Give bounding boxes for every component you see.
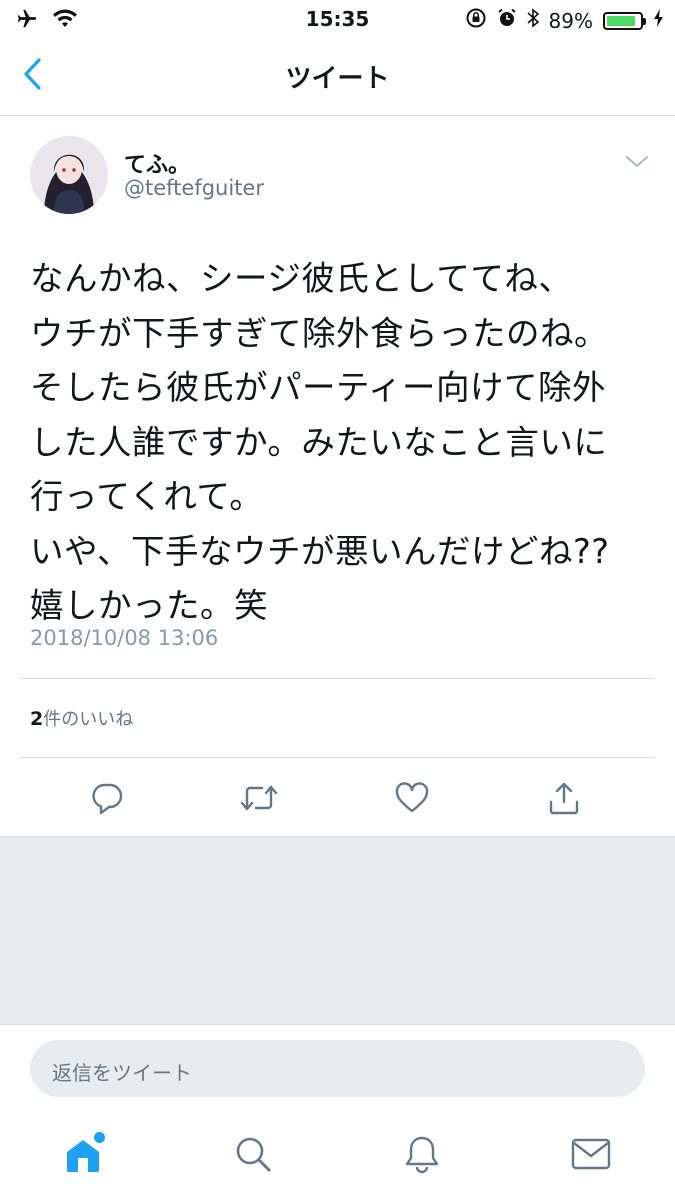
retweet-button[interactable] bbox=[235, 776, 283, 824]
likes-label: 件のいいね bbox=[43, 709, 134, 730]
status-bar: 15:35 89% bbox=[0, 0, 675, 38]
notifications-icon bbox=[402, 1133, 442, 1179]
nav-bar: ツイート bbox=[0, 38, 675, 116]
like-icon bbox=[394, 781, 430, 819]
likes-link[interactable]: 2件のいいね bbox=[30, 705, 133, 731]
reply-button[interactable] bbox=[83, 776, 131, 824]
tab-bar bbox=[0, 1112, 675, 1200]
reply-icon bbox=[90, 781, 124, 819]
avatar[interactable] bbox=[30, 136, 108, 214]
like-button[interactable] bbox=[388, 776, 436, 824]
divider bbox=[20, 757, 655, 758]
tweet-text: なんかね、シージ彼氏としててね、 ウチが下手すぎて除外食らったのね。 そしたら彼… bbox=[30, 259, 610, 625]
battery-icon bbox=[603, 11, 646, 30]
tweet-actions bbox=[0, 776, 675, 824]
alarm-icon bbox=[497, 8, 517, 33]
tab-home[interactable] bbox=[61, 1132, 109, 1180]
reply-placeholder: 返信をツイート bbox=[52, 1061, 192, 1085]
tab-messages[interactable] bbox=[567, 1132, 615, 1180]
tab-notifications[interactable] bbox=[398, 1132, 446, 1180]
battery-fill bbox=[607, 15, 636, 26]
tab-search[interactable] bbox=[229, 1132, 277, 1180]
share-icon bbox=[547, 780, 581, 820]
battery-percent: 89% bbox=[548, 8, 593, 33]
chevron-down-icon[interactable] bbox=[624, 152, 650, 172]
bluetooth-icon bbox=[527, 8, 539, 33]
status-right: 89% bbox=[465, 7, 665, 34]
messages-icon bbox=[570, 1136, 612, 1176]
username[interactable]: @teftefguiter bbox=[124, 176, 264, 200]
share-button[interactable] bbox=[540, 776, 588, 824]
likes-count: 2 bbox=[30, 708, 44, 730]
page-title: ツイート bbox=[285, 64, 390, 94]
reply-input[interactable]: 返信をツイート bbox=[30, 1040, 645, 1097]
replies-area bbox=[0, 836, 675, 1025]
charging-icon bbox=[653, 8, 665, 33]
retweet-icon bbox=[239, 781, 279, 819]
orientation-lock-icon bbox=[465, 7, 487, 34]
search-icon bbox=[233, 1134, 273, 1178]
divider bbox=[20, 678, 655, 679]
unread-dot bbox=[94, 1132, 105, 1143]
timestamp: 2018/10/08 13:06 bbox=[30, 626, 219, 650]
display-name[interactable]: てふ。 bbox=[124, 147, 190, 179]
